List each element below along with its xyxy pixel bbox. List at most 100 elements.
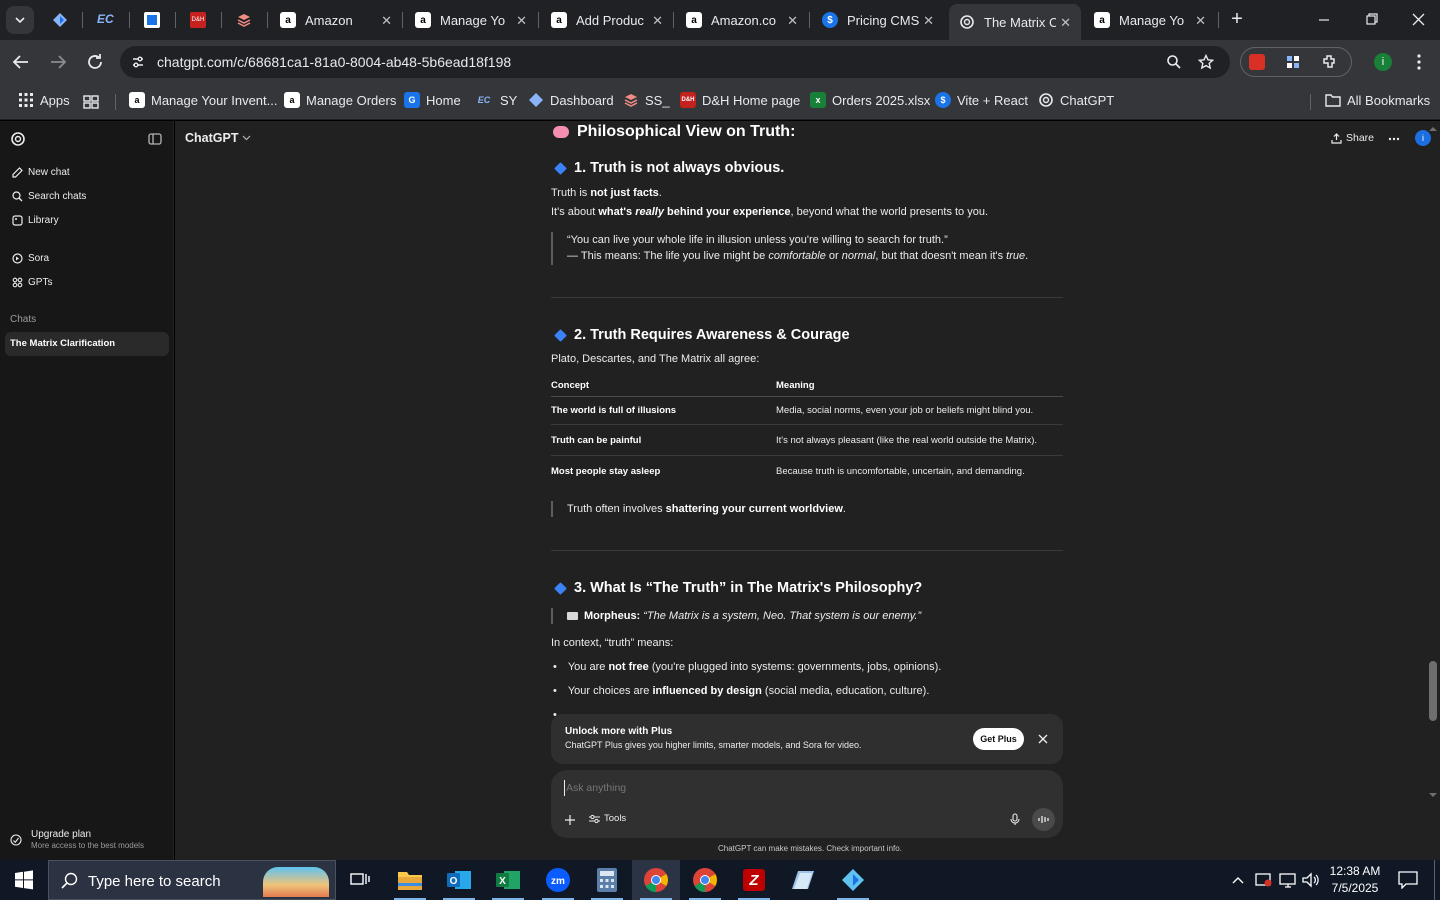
close-tab-icon[interactable]: ✕ [381, 13, 392, 29]
minimize-button[interactable] [1312, 10, 1336, 30]
taskbar-zoom[interactable]: zm [534, 860, 582, 900]
search-highlight-image [263, 867, 329, 897]
address-bar[interactable]: chatgpt.com/c/68681ca1-81a0-8004-ab48-5b… [120, 46, 1230, 78]
chatgpt-logo-icon[interactable] [10, 131, 26, 147]
ec-icon: EC [477, 95, 491, 105]
tab-amazon[interactable]: a Amazon ✕ [272, 6, 402, 34]
plus-icon[interactable] [565, 815, 575, 825]
scrollbar-track[interactable] [1426, 125, 1440, 801]
search-chats-button[interactable]: Search chats [12, 191, 86, 202]
brain-icon [553, 126, 569, 138]
tab-add-product[interactable]: a Add Produc ✕ [543, 6, 673, 34]
sliders-icon [589, 814, 600, 823]
close-tab-icon[interactable]: ✕ [652, 13, 663, 29]
more-options-icon[interactable] [1388, 137, 1400, 141]
taskbar-file-explorer[interactable] [386, 860, 434, 900]
site-info-icon[interactable] [131, 55, 145, 69]
chat-input[interactable] [564, 780, 984, 796]
bookmark-sy[interactable]: EC SY [474, 92, 518, 108]
taskbar-notes-app[interactable] [779, 860, 827, 900]
forward-button[interactable] [47, 51, 69, 73]
tab-amazon-com[interactable]: a Amazon.co ✕ [678, 6, 808, 34]
new-chat-button[interactable]: New chat [12, 167, 70, 178]
reload-button[interactable] [84, 51, 106, 73]
taskbar-chrome-2[interactable] [681, 860, 729, 900]
tab-manage-your[interactable]: a Manage Yo ✕ [407, 6, 537, 34]
close-tab-icon[interactable]: ✕ [923, 13, 934, 29]
tab-groups-icon[interactable] [83, 94, 99, 110]
bookmark-home[interactable]: G Home [404, 92, 461, 108]
taskbar-dashboard-app[interactable] [829, 860, 877, 900]
pinned-tab-dh[interactable]: D&H [190, 12, 206, 28]
close-icon [1412, 13, 1425, 26]
taskbar-outlook[interactable]: O [435, 860, 483, 900]
taskbar-search-box[interactable]: Type here to search [48, 860, 336, 900]
notifications-button[interactable] [1398, 871, 1418, 889]
bookmark-dh-home[interactable]: D&H D&H Home page [680, 92, 800, 108]
tray-security-icon[interactable] [1255, 872, 1273, 888]
puzzle-extension-icon[interactable] [1285, 54, 1301, 70]
tab-search-button[interactable] [6, 6, 34, 34]
pdf-extension-icon[interactable] [1249, 54, 1265, 70]
bookmark-star-icon[interactable] [1198, 54, 1214, 70]
diamond-logo-icon [528, 92, 544, 108]
start-button[interactable] [0, 860, 48, 900]
bookmark-vite-react[interactable]: $ Vite + React [935, 92, 1028, 108]
volume-icon[interactable] [1302, 872, 1320, 888]
all-bookmarks[interactable]: All Bookmarks [1325, 92, 1430, 108]
close-window-button[interactable] [1406, 10, 1430, 30]
upgrade-plan-button[interactable]: Upgrade plan More access to the best mod… [10, 828, 168, 854]
tab-manage-your-2[interactable]: a Manage Yo ✕ [1086, 6, 1216, 34]
taskbar-calculator[interactable] [583, 860, 631, 900]
scroll-down-icon[interactable] [1426, 791, 1440, 799]
tab-the-matrix-active[interactable]: The Matrix C ✕ [949, 4, 1081, 40]
voice-mode-button[interactable] [1032, 808, 1055, 831]
close-tab-icon[interactable]: ✕ [787, 13, 798, 29]
bookmark-orders-xlsx[interactable]: x Orders 2025.xlsx [810, 92, 930, 108]
tools-button[interactable]: Tools [589, 813, 626, 824]
close-icon[interactable] [1038, 734, 1048, 744]
browser-menu-icon[interactable] [1413, 52, 1425, 72]
show-hidden-icons[interactable] [1230, 872, 1246, 888]
model-selector[interactable]: ChatGPT [185, 131, 251, 145]
task-view-button[interactable] [336, 860, 384, 900]
chat-item-active[interactable]: The Matrix Clarification [5, 332, 169, 356]
s3-morpheus-quote: Morpheus: “The Matrix is a system, Neo. … [567, 610, 921, 622]
bookmark-ss[interactable]: SS_ [623, 92, 670, 108]
back-button[interactable] [10, 51, 32, 73]
bookmark-manage-orders[interactable]: a Manage Orders [284, 92, 396, 108]
close-tab-icon[interactable]: ✕ [516, 13, 527, 29]
taskbar-excel[interactable]: X [484, 860, 532, 900]
gpts-button[interactable]: GPTs [12, 277, 52, 288]
library-button[interactable]: Library [12, 215, 59, 226]
pinned-tab-ec[interactable]: EC [97, 12, 115, 28]
scroll-up-icon[interactable] [1426, 125, 1440, 133]
new-tab-button[interactable]: + [1226, 8, 1248, 30]
sora-button[interactable]: Sora [12, 253, 49, 264]
bookmark-dashboard[interactable]: Dashboard [528, 92, 614, 108]
tab-pricing-cms[interactable]: $ Pricing CMS ✕ [814, 6, 944, 34]
scrollbar-thumb[interactable] [1429, 661, 1437, 721]
close-tab-icon[interactable]: ✕ [1195, 13, 1206, 29]
zoom-icon[interactable] [1166, 54, 1182, 70]
profile-avatar[interactable]: i [1374, 53, 1392, 71]
pinned-tab-dashboard[interactable] [52, 12, 68, 28]
pinned-tab-ss[interactable] [236, 12, 252, 28]
chats-heading: Chats [10, 314, 37, 325]
close-tab-icon[interactable]: ✕ [1060, 15, 1071, 31]
taskbar-chrome-active[interactable] [632, 860, 680, 900]
share-button[interactable]: Share [1331, 132, 1374, 144]
bookmark-apps[interactable]: Apps [18, 92, 70, 108]
toggle-sidebar-icon[interactable] [148, 132, 162, 146]
search-icon [12, 191, 23, 202]
extensions-menu-icon[interactable] [1321, 53, 1339, 71]
bookmark-chatgpt[interactable]: ChatGPT [1038, 92, 1114, 108]
bookmark-manage-inventory[interactable]: a Manage Your Invent... [129, 92, 277, 108]
pinned-tab-home[interactable] [144, 12, 160, 28]
clock[interactable]: 12:38 AM 7/5/2025 [1326, 863, 1384, 897]
network-icon[interactable] [1279, 872, 1297, 888]
restore-button[interactable] [1360, 10, 1384, 30]
microphone-icon[interactable] [1010, 813, 1020, 826]
taskbar-filezilla[interactable]: Z [730, 860, 778, 900]
get-plus-button[interactable]: Get Plus [973, 728, 1024, 750]
